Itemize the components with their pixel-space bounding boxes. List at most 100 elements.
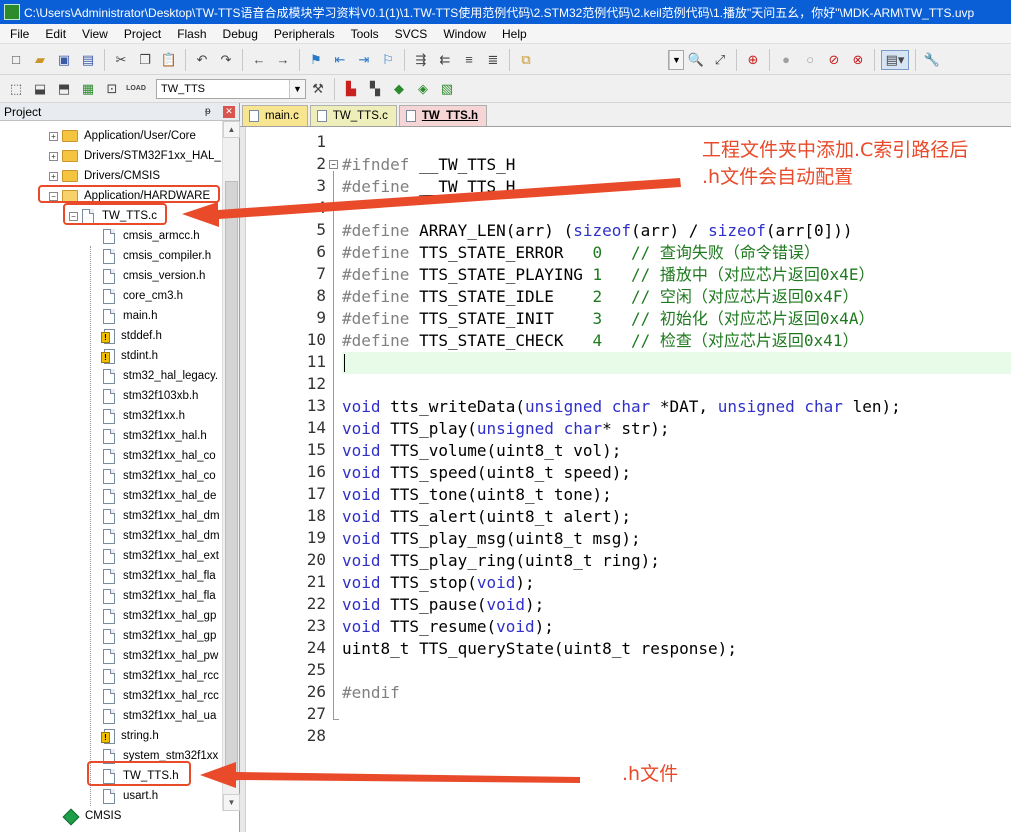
prev-bookmark-icon[interactable]: ⇤ [330, 50, 350, 70]
build-icon[interactable]: ⬓ [30, 79, 50, 99]
code-line[interactable]: #define TTS_STATE_PLAYING 1 // 播放中（对应芯片返… [342, 264, 1011, 286]
code-line[interactable]: #define __TW_TTS_H [342, 176, 1011, 198]
menu-debug[interactable]: Debug [215, 24, 266, 44]
tree-file[interactable]: stm32f1xx_hal.h [103, 426, 207, 446]
code-line[interactable]: #define TTS_STATE_ERROR 0 // 查询失败（命令错误） [342, 242, 1011, 264]
comment-icon[interactable]: ≡ [459, 50, 479, 70]
code-line[interactable]: void TTS_volume(uint8_t vol); [342, 440, 1011, 462]
unindent-icon[interactable]: ⇇ [435, 50, 455, 70]
batch-build-icon[interactable]: ▦ [78, 79, 98, 99]
tree-file[interactable]: stm32f1xx_hal_de [103, 486, 216, 506]
tree-file[interactable]: stm32f1xx_hal_co [103, 466, 216, 486]
scroll-up-icon[interactable]: ▲ [223, 121, 240, 138]
tree-folder[interactable]: + Drivers/CMSIS [49, 166, 160, 186]
tree-file[interactable]: cmsis_compiler.h [103, 246, 211, 266]
tab-tw-tts-c[interactable]: TW_TTS.c [309, 105, 397, 126]
code-line[interactable]: void TTS_play_msg(uint8_t msg); [342, 528, 1011, 550]
bookmark-icon[interactable]: ⚑ [306, 50, 326, 70]
breakpoint-enable-icon[interactable]: ○ [800, 50, 820, 70]
scroll-thumb[interactable] [225, 181, 238, 781]
close-icon[interactable]: ✕ [223, 105, 235, 118]
code-line[interactable] [342, 374, 1011, 396]
open-folder-icon[interactable]: ▰ [30, 50, 50, 70]
menu-svcs[interactable]: SVCS [387, 24, 436, 44]
code-line[interactable]: void TTS_speed(uint8_t speed); [342, 462, 1011, 484]
copy-icon[interactable]: ❐ [135, 50, 155, 70]
menu-flash[interactable]: Flash [169, 24, 214, 44]
tree-file[interactable]: stm32f1xx_hal_rcc [103, 666, 219, 686]
stop-build-icon[interactable]: ⊡ [102, 79, 122, 99]
find-icon[interactable]: 🔍 [686, 50, 706, 70]
tree-file[interactable]: stm32f1xx_hal_gp [103, 606, 216, 626]
pack-installer-icon[interactable]: ◈ [413, 79, 433, 99]
incremental-find-icon[interactable]: ⤢ [710, 50, 730, 70]
manage-rte-icon[interactable]: ▚ [365, 79, 385, 99]
tree-file[interactable]: stm32f1xx_hal_ua [103, 706, 216, 726]
rebuild-icon[interactable]: ⬒ [54, 79, 74, 99]
target-options-icon[interactable]: ⚒ [308, 79, 328, 99]
find-combo-arrow[interactable]: ▼ [668, 49, 684, 70]
breakpoint-kill-icon[interactable]: ⊗ [848, 50, 868, 70]
tree-file[interactable]: stm32f1xx.h [103, 406, 185, 426]
tree-file[interactable]: main.h [103, 306, 158, 326]
cut-icon[interactable]: ✂ [111, 50, 131, 70]
code-line[interactable]: void TTS_alert(uint8_t alert); [342, 506, 1011, 528]
code-line[interactable]: uint8_t TTS_queryState(uint8_t response)… [342, 638, 1011, 660]
find-in-files-icon[interactable]: ⧉ [516, 50, 536, 70]
tree-file[interactable]: usart.h [103, 786, 158, 806]
menu-project[interactable]: Project [116, 24, 169, 44]
tree-scrollbar[interactable]: ▲ ▼ [222, 121, 240, 811]
target-select[interactable]: TW_TTS ▼ [156, 78, 306, 99]
code-line[interactable]: void TTS_play(unsigned char* str); [342, 418, 1011, 440]
nav-back-icon[interactable]: ← [249, 50, 269, 70]
paste-icon[interactable]: 📋 [159, 50, 179, 70]
tree-file[interactable]: stm32f103xb.h [103, 386, 198, 406]
code-line[interactable]: #endif [342, 682, 1011, 704]
tree-file[interactable]: stm32f1xx_hal_dm [103, 506, 220, 526]
code-editor[interactable]: #ifndef __TW_TTS_H #define __TW_TTS_H #def… [342, 127, 1011, 832]
next-bookmark-icon[interactable]: ⇥ [354, 50, 374, 70]
tree-file[interactable]: stm32f1xx_hal_pw [103, 646, 218, 666]
tree-file[interactable]: CMSIS [63, 806, 121, 826]
select-packs-icon[interactable]: ◆ [389, 79, 409, 99]
tree-folder[interactable]: + Drivers/STM32F1xx_HAL_ [49, 146, 221, 166]
pin-icon[interactable]: ᵽ [205, 106, 217, 117]
code-line[interactable]: #define TTS_STATE_CHECK 4 // 检查（对应芯片返回0x… [342, 330, 1011, 352]
configure-icon[interactable]: 🔧 [922, 50, 942, 70]
load-icon[interactable]: LOAD [126, 79, 146, 99]
tree-file[interactable]: stm32f1xx_hal_gp [103, 626, 216, 646]
code-line[interactable]: void TTS_pause(void); [342, 594, 1011, 616]
menu-file[interactable]: File [2, 24, 37, 44]
scroll-down-icon[interactable]: ▼ [223, 794, 240, 811]
code-line[interactable]: #define ARRAY_LEN(arr) (sizeof(arr) / si… [342, 220, 1011, 242]
tree-folder[interactable]: + Application/User/Core [49, 126, 196, 146]
tree-file[interactable]: stm32f1xx_hal_fla [103, 566, 216, 586]
menu-view[interactable]: View [74, 24, 116, 44]
tree-file[interactable]: stm32f1xx_hal_dm [103, 526, 220, 546]
code-line[interactable]: void TTS_play_ring(uint8_t ring); [342, 550, 1011, 572]
tree-file[interactable]: stm32f1xx_hal_rcc [103, 686, 219, 706]
nav-forward-icon[interactable]: → [273, 50, 293, 70]
tree-file[interactable]: ! stddef.h [101, 326, 162, 346]
code-line[interactable]: #define TTS_STATE_IDLE 2 // 空闲（对应芯片返回0x4… [342, 286, 1011, 308]
tree-file[interactable]: stm32f1xx_hal_co [103, 446, 216, 466]
save-all-icon[interactable]: ▤ [78, 50, 98, 70]
indent-icon[interactable]: ⇶ [411, 50, 431, 70]
clear-bookmarks-icon[interactable]: ⚐ [378, 50, 398, 70]
expand-icon[interactable]: + [49, 171, 58, 181]
tree-file[interactable]: stm32_hal_legacy. [103, 366, 218, 386]
code-line[interactable] [342, 198, 1011, 220]
expand-icon[interactable]: + [49, 151, 58, 161]
code-line[interactable]: void TTS_tone(uint8_t tone); [342, 484, 1011, 506]
code-line[interactable] [342, 726, 1011, 748]
tab-tw-tts-h[interactable]: TW_TTS.h [398, 105, 488, 126]
fold-toggle-icon[interactable]: − [329, 160, 338, 169]
event-recorder-icon[interactable]: ▧ [437, 79, 457, 99]
breakpoint-disable-icon[interactable]: ⊘ [824, 50, 844, 70]
tree-file[interactable]: cmsis_version.h [103, 266, 205, 286]
code-line[interactable] [342, 704, 1011, 726]
tree-file[interactable]: core_cm3.h [103, 286, 183, 306]
tab-main-c[interactable]: main.c [242, 105, 308, 126]
expand-icon[interactable]: + [49, 131, 58, 141]
tree-file[interactable]: cmsis_armcc.h [103, 226, 200, 246]
